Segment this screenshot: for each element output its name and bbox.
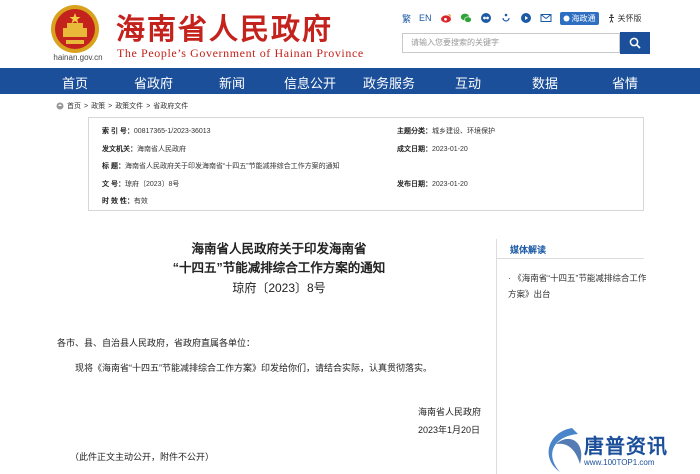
search-button[interactable]	[620, 32, 650, 54]
publish-date-value: 2023-01-20	[432, 181, 468, 188]
document-title-row: 标 题：海南省人民政府关于印发海南省“十四五”节能减排综合工作方案的通知	[102, 161, 340, 171]
issuing-authority: 发文机关：海南省人民政府	[102, 144, 186, 154]
article-title: 海南省人民政府关于印发海南省 “十四五”节能减排综合工作方案的通知	[104, 240, 454, 278]
care-mode-label: 关怀版	[617, 13, 642, 23]
document-number-label: 文 号：	[102, 181, 125, 188]
header-toolbar: 繁 EN 海政通 关怀版	[402, 10, 642, 26]
sidebar-title: 媒体解读	[510, 245, 547, 255]
issuing-authority-value: 海南省人民政府	[137, 146, 186, 153]
sidebar-divider	[496, 258, 644, 259]
article-signature: 海南省人民政府	[418, 407, 482, 417]
nav-info-disclosure[interactable]: 信息公开	[284, 73, 336, 92]
article-title-line2: “十四五”节能减排综合工作方案的通知	[172, 261, 386, 275]
site-header: hainan.gov.cn 海南省人民政府 The People’s Gover…	[0, 0, 700, 68]
watermark-url: www.100TOP1.com	[584, 458, 655, 467]
breadcrumb-separator: >	[84, 102, 89, 110]
document-number: 文 号：琼府〔2023〕8号	[102, 179, 179, 189]
document-title-label: 标 题：	[102, 163, 125, 170]
nav-news[interactable]: 新闻	[219, 73, 245, 92]
validity-value: 有效	[133, 198, 148, 205]
mobile-icon[interactable]	[500, 12, 512, 24]
mini-program-icon[interactable]	[480, 12, 492, 24]
topic-category: 主题分类：城乡建设、环境保护	[397, 126, 495, 136]
search-input[interactable]: 请输入您要搜索的关键字	[402, 33, 620, 53]
article-sign-date: 2023年1月20日	[418, 425, 481, 435]
document-number-value: 琼府〔2023〕8号	[124, 181, 180, 188]
article-salutation: 各市、县、自治县人民政府，省政府直属各单位：	[57, 338, 256, 348]
watermark-name: 唐普资讯	[584, 436, 668, 458]
breadcrumb: 首页 > 政策 > 政策文件 > 省政府文件	[56, 101, 188, 111]
sidebar-link-text[interactable]: 《海南省“十四五”节能减排综合工作方案》出台	[508, 273, 646, 299]
breadcrumb-separator: >	[108, 102, 113, 110]
nav-interaction[interactable]: 互动	[455, 73, 481, 92]
wechat-icon[interactable]	[460, 12, 472, 24]
accessibility-icon	[608, 13, 614, 23]
index-number-label: 索 引 号：	[102, 128, 134, 135]
issuing-authority-label: 发文机关：	[102, 146, 137, 153]
publish-date: 发布日期：2023-01-20	[397, 179, 468, 189]
topic-category-label: 主题分类：	[397, 128, 432, 135]
breadcrumb-home[interactable]: 首页	[67, 101, 81, 111]
site-subtitle: The People’s Government of Hainan Provin…	[117, 46, 364, 60]
gov-app-label: 海政通	[571, 13, 596, 23]
article-note: （此件正文主动公开，附件不公开）	[70, 452, 215, 462]
index-number-value: 00817365-1/2023-36013	[133, 128, 211, 135]
breadcrumb-separator: >	[146, 102, 151, 110]
nav-home[interactable]: 首页	[62, 73, 88, 92]
video-icon[interactable]	[520, 12, 532, 24]
breadcrumb-policy-docs[interactable]: 政策文件	[115, 101, 143, 111]
nav-gov-services[interactable]: 政务服务	[363, 73, 415, 92]
gov-app-icon	[563, 15, 570, 21]
publish-date-label: 发布日期：	[397, 181, 432, 188]
nav-government[interactable]: 省政府	[134, 73, 173, 92]
index-number: 索 引 号：00817365-1/2023-36013	[102, 126, 211, 136]
search-icon	[629, 37, 641, 49]
breadcrumb-provincial-docs[interactable]: 省政府文件	[153, 101, 188, 111]
document-title-value: 海南省人民政府关于印发海南省“十四五”节能减排综合工作方案的通知	[124, 163, 340, 170]
article-title-line1: 海南省人民政府关于印发海南省	[191, 242, 367, 256]
emblem-url: hainan.gov.cn	[53, 53, 103, 62]
main-nav: 首页 省政府 新闻 信息公开 政务服务 互动 数据 省情	[0, 68, 700, 94]
written-date-value: 2023-01-20	[432, 146, 468, 153]
english-link[interactable]: EN	[419, 13, 432, 23]
validity-label: 时 效 性：	[102, 198, 134, 205]
breadcrumb-policy[interactable]: 政策	[91, 101, 105, 111]
national-emblem-icon[interactable]	[50, 4, 100, 54]
home-icon	[56, 102, 64, 110]
validity: 时 效 性：有效	[102, 196, 148, 206]
sidebar-link[interactable]: · 《海南省“十四五”节能减排综合工作方案》出台	[508, 270, 648, 302]
nav-province-info[interactable]: 省情	[612, 73, 638, 92]
weibo-icon[interactable]	[440, 12, 452, 24]
written-date: 成文日期：2023-01-20	[397, 144, 468, 154]
article-doc-number: 琼府〔2023〕8号	[232, 281, 326, 295]
article-paragraph: 现将《海南省“十四五”节能减排综合工作方案》印发给你们，请结合实际，认真贯彻落实…	[75, 363, 432, 373]
topic-category-value: 城乡建设、环境保护	[432, 128, 495, 135]
site-title[interactable]: 海南省人民政府	[116, 6, 333, 48]
mail-icon[interactable]	[540, 12, 552, 24]
written-date-label: 成文日期：	[397, 146, 432, 153]
nav-data[interactable]: 数据	[532, 73, 558, 92]
gov-app-button[interactable]: 海政通	[559, 11, 599, 25]
care-mode-button[interactable]: 关怀版	[607, 13, 642, 24]
traditional-chinese-link[interactable]: 繁	[402, 12, 411, 25]
